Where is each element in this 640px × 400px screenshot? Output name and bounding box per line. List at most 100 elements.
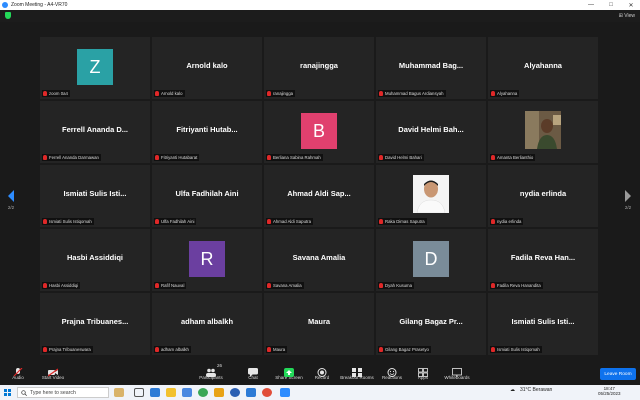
zoom-meeting-window: Zoom Meeting - A4-VR70 — □ ✕ ⊞ View 2/2 …: [0, 0, 640, 400]
participants-icon: 26: [206, 363, 222, 377]
minimize-button[interactable]: —: [584, 0, 598, 10]
participant-name: Muhammad Bagus Ardiansyah: [385, 91, 444, 96]
store-icon[interactable]: [182, 388, 192, 397]
windows-start-icon[interactable]: [4, 389, 11, 396]
participant-tile[interactable]: Savana Amalia Savana Amalia: [264, 229, 374, 291]
participant-tile[interactable]: Ahmad Aldi Sap... Ahmad Aldi Saputra: [264, 165, 374, 227]
participants-button[interactable]: 26 Participants: [194, 363, 228, 380]
taskbar-app-icon-4[interactable]: [262, 388, 272, 397]
participant-name-label: Prajna Tribuaneswara: [42, 346, 93, 353]
participant-tile[interactable]: Arnold kalo Arnold kalo: [152, 37, 262, 99]
mail-icon[interactable]: [150, 388, 160, 397]
avatar: B: [301, 113, 337, 149]
participant-tile[interactable]: Hasbi Assiddiqi Hasbi Assiddiqi: [40, 229, 150, 291]
participant-name-label: Ferrell Ananda Darmawan: [42, 154, 101, 161]
clock[interactable]: 18:47 05/25/2023: [598, 386, 621, 396]
maximize-button[interactable]: □: [604, 0, 618, 10]
participant-tile[interactable]: Gilang Bagaz Pr... Gilang Bagaz Prasetyo: [376, 293, 486, 355]
audio-button[interactable]: Audio: [1, 364, 35, 380]
profile-photo: [525, 111, 561, 149]
date: 05/25/2023: [598, 391, 621, 396]
chat-button[interactable]: Chat: [236, 364, 270, 380]
participant-tile[interactable]: Raka Dimas Saputra: [376, 165, 486, 227]
reactions-button[interactable]: Reactions: [375, 364, 409, 380]
participant-tile[interactable]: Fitriyanti Hutab... Fitriyanti Hutabarat: [152, 101, 262, 163]
participant-name: Ismiati Sulis Istiqomah: [49, 219, 92, 224]
chrome-icon[interactable]: [198, 388, 208, 397]
task-view-icon[interactable]: [134, 388, 144, 397]
participant-display-name: adham albalkh: [180, 317, 234, 326]
participant-tile[interactable]: Fadila Reva Han... Fadila Reva Hanandita: [488, 229, 598, 291]
apps-button[interactable]: Apps: [406, 364, 440, 380]
next-page-button[interactable]: 2/2: [623, 190, 633, 216]
participant-name: Gilang Bagaz Prasetyo: [385, 347, 429, 352]
taskbar-search-box[interactable]: Type here to search: [17, 387, 109, 398]
file-explorer-icon[interactable]: [166, 388, 176, 397]
participant-tile[interactable]: Ismiati Sulis Isti... Ismiati Sulis Istiq…: [40, 165, 150, 227]
share-screen-button[interactable]: Share Screen: [272, 364, 306, 380]
taskbar-app-icon[interactable]: [114, 388, 124, 397]
chevron-left-icon: [8, 190, 14, 202]
participant-name-label: Dyah Kusuma: [378, 282, 414, 289]
participant-tile[interactable]: ranajingga ranajingga: [264, 37, 374, 99]
participant-display-name: Hasbi Assiddiqi: [67, 253, 123, 262]
participant-name: Prajna Tribuaneswara: [49, 347, 91, 352]
windows-taskbar: Type here to search ☁ 31°C Berawan 18:47…: [0, 385, 640, 400]
participant-tile[interactable]: B Berliana Sabina Rahmah: [264, 101, 374, 163]
participant-name-label: Arnold kalo: [154, 90, 185, 97]
participant-name: Arnold kalo: [161, 91, 183, 96]
meeting-controls-toolbar: Audio Start Video 26 Participants Chat S…: [0, 362, 640, 384]
start-video-button[interactable]: Start Video: [36, 364, 70, 380]
record-button[interactable]: Record: [305, 364, 339, 380]
participant-display-name: Savana Amalia: [292, 253, 346, 262]
breakout-rooms-button[interactable]: Breakout Rooms: [340, 364, 374, 380]
whiteboards-button[interactable]: Whiteboards: [440, 364, 474, 380]
muted-mic-icon: [267, 91, 271, 96]
participant-name: Ismiati Sulis Istiqomah: [497, 347, 540, 352]
taskbar-app-icon-3[interactable]: [246, 388, 256, 397]
participant-display-name: Muhammad Bag...: [398, 61, 464, 70]
participant-name: Hasbi Assiddiqi: [49, 283, 79, 288]
taskbar-app-icon-2[interactable]: [214, 388, 224, 397]
previous-page-button[interactable]: 2/2: [6, 190, 16, 216]
security-shield-icon[interactable]: [5, 12, 11, 19]
participant-tile[interactable]: Muhammad Bag... Muhammad Bagus Ardiansyah: [376, 37, 486, 99]
participant-tile[interactable]: adham albalkh adham albalkh: [152, 293, 262, 355]
participant-tile[interactable]: Ulfa Fadhilah Aini Ulfa Fadhilah Aini: [152, 165, 262, 227]
participant-tile[interactable]: Prajna Tribuanes... Prajna Tribuaneswara: [40, 293, 150, 355]
edge-icon[interactable]: [230, 388, 240, 397]
participants-count: 26: [217, 363, 223, 368]
participant-name-label: Ismiati Sulis Istiqomah: [42, 218, 94, 225]
participant-name: Ferrell Ananda Darmawan: [49, 155, 99, 160]
participant-tile[interactable]: Ferrell Ananda D... Ferrell Ananda Darmaw…: [40, 101, 150, 163]
participant-name: Ulfa Fadhilah Aini: [161, 219, 195, 224]
participant-name-label: Savana Amalia: [266, 282, 304, 289]
participant-display-name: Alyahanna: [524, 61, 562, 70]
muted-mic-icon: [491, 91, 495, 96]
participant-tile[interactable]: D Dyah Kusuma: [376, 229, 486, 291]
participant-tile[interactable]: Amanta Berlianthio: [488, 101, 598, 163]
participant-tile[interactable]: nydia erlinda nydia erlinda: [488, 165, 598, 227]
participant-tile[interactable]: Ismiati Sulis Isti... Ismiati Sulis Istiq…: [488, 293, 598, 355]
participant-display-name: Ulfa Fadhilah Aini: [175, 189, 239, 198]
chevron-right-icon: [625, 190, 631, 202]
weather-icon: ☁: [510, 387, 515, 393]
participant-display-name: Gilang Bagaz Pr...: [399, 317, 463, 326]
participant-tile[interactable]: Maura Maura: [264, 293, 374, 355]
avatar: D: [413, 241, 449, 277]
weather-text[interactable]: 31°C Berawan: [520, 387, 552, 393]
participant-tile[interactable]: Zzoom 0a4: [40, 37, 150, 99]
muted-mic-icon: [155, 91, 159, 96]
close-button[interactable]: ✕: [624, 0, 638, 10]
participant-display-name: Ismiati Sulis Isti...: [63, 189, 127, 198]
muted-mic-icon: [379, 91, 383, 96]
participant-tile[interactable]: David Helmi Bah... David Helmi Bahari: [376, 101, 486, 163]
zoom-taskbar-icon[interactable]: [280, 388, 290, 397]
muted-mic-icon: [155, 155, 159, 160]
participant-display-name: Ahmad Aldi Sap...: [287, 189, 351, 198]
leave-room-button[interactable]: Leave Room: [600, 368, 636, 380]
participant-display-name: nydia erlinda: [519, 189, 567, 198]
view-button[interactable]: ⊞ View: [619, 13, 635, 19]
participant-tile[interactable]: Alyahanna Alyahanna: [488, 37, 598, 99]
participant-tile[interactable]: R Rafif Nauval: [152, 229, 262, 291]
